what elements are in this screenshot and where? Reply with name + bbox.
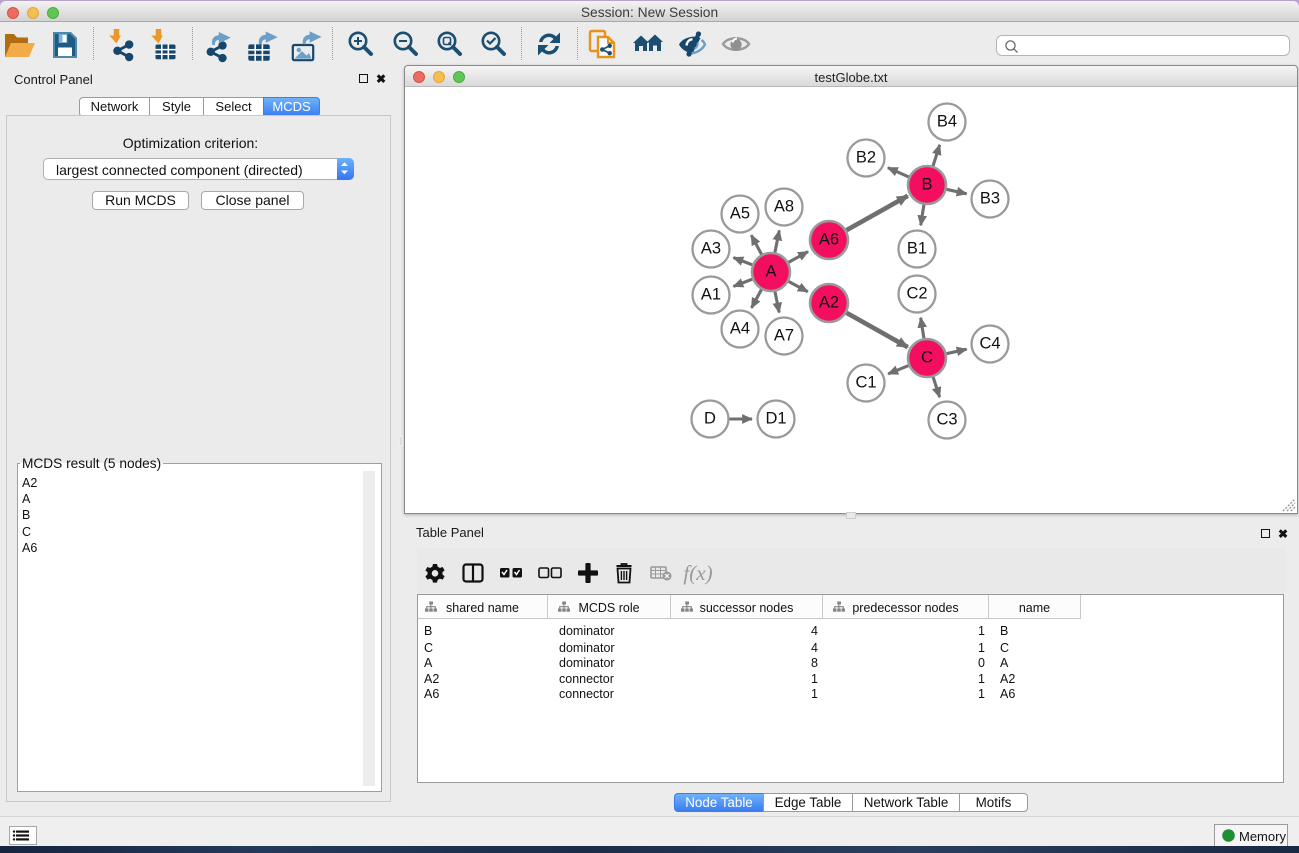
svg-text:A: A (765, 262, 776, 280)
svg-text:B: B (921, 175, 932, 193)
svg-text:D: D (704, 409, 716, 427)
svg-text:A4: A4 (730, 319, 750, 337)
svg-text:f(x): f(x) (683, 561, 712, 585)
svg-text:C4: C4 (979, 334, 1000, 352)
svg-text:B2: B2 (856, 148, 876, 166)
svg-text:A2: A2 (819, 293, 839, 311)
svg-text:C2: C2 (906, 284, 927, 302)
svg-text:B4: B4 (937, 112, 957, 130)
svg-text:B1: B1 (907, 239, 927, 257)
svg-text:A5: A5 (730, 204, 750, 222)
svg-text:A3: A3 (701, 239, 721, 257)
svg-text:C1: C1 (855, 373, 876, 391)
svg-text:A6: A6 (819, 230, 839, 248)
svg-text:A7: A7 (774, 326, 794, 344)
svg-text:A1: A1 (701, 285, 721, 303)
svg-text:C: C (921, 348, 933, 366)
svg-text:C3: C3 (936, 410, 957, 428)
svg-text:B3: B3 (980, 189, 1000, 207)
svg-text:A8: A8 (774, 197, 794, 215)
svg-text:D1: D1 (765, 409, 786, 427)
